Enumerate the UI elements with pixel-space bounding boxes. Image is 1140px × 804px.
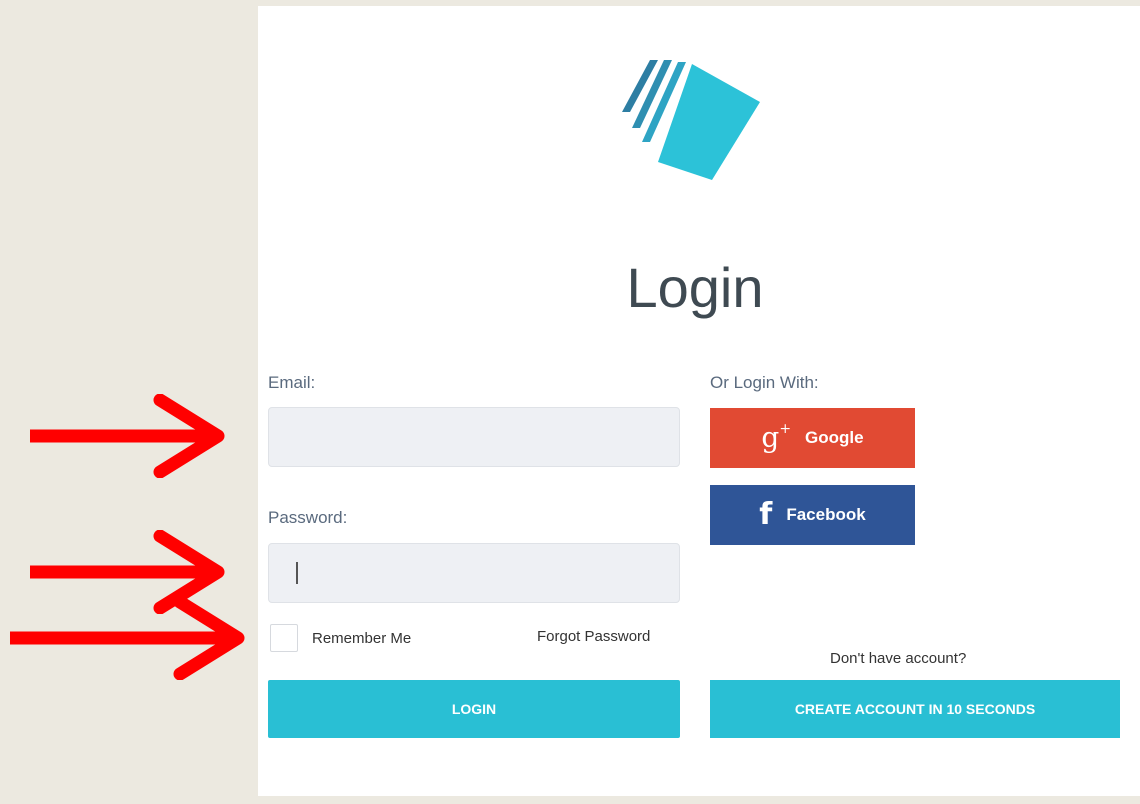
facebook-icon: f	[759, 497, 773, 532]
password-field[interactable]	[268, 543, 680, 603]
create-account-label: CREATE ACCOUNT IN 10 SECONDS	[794, 701, 1036, 717]
email-field[interactable]	[268, 407, 680, 467]
app-logo	[622, 60, 760, 180]
facebook-login-button[interactable]: f Facebook	[710, 485, 915, 545]
red-arrow-icon	[30, 394, 225, 478]
facebook-button-label: Facebook	[786, 505, 866, 524]
red-arrow-icon	[10, 596, 245, 680]
remember-me-checkbox[interactable]	[270, 624, 298, 652]
google-button-label: Google	[805, 428, 864, 447]
remember-me-label[interactable]: Remember Me	[312, 630, 411, 647]
create-account-button[interactable]: CREATE ACCOUNT IN 10 SECONDS	[710, 680, 1120, 738]
forgot-password-link[interactable]: Forgot Password	[537, 628, 650, 645]
email-label: Email:	[268, 373, 316, 392]
page-title: Login	[626, 256, 764, 319]
google-login-button[interactable]: g+ Google	[710, 408, 915, 468]
login-button[interactable]: LOGIN	[268, 680, 680, 738]
or-login-label: Or Login With:	[710, 373, 819, 392]
signup-prompt: Don't have account?	[830, 650, 967, 667]
login-button-label: LOGIN	[451, 701, 497, 717]
text-cursor	[296, 562, 298, 584]
google-plus-icon: g+	[761, 420, 792, 454]
password-label: Password:	[268, 508, 348, 527]
